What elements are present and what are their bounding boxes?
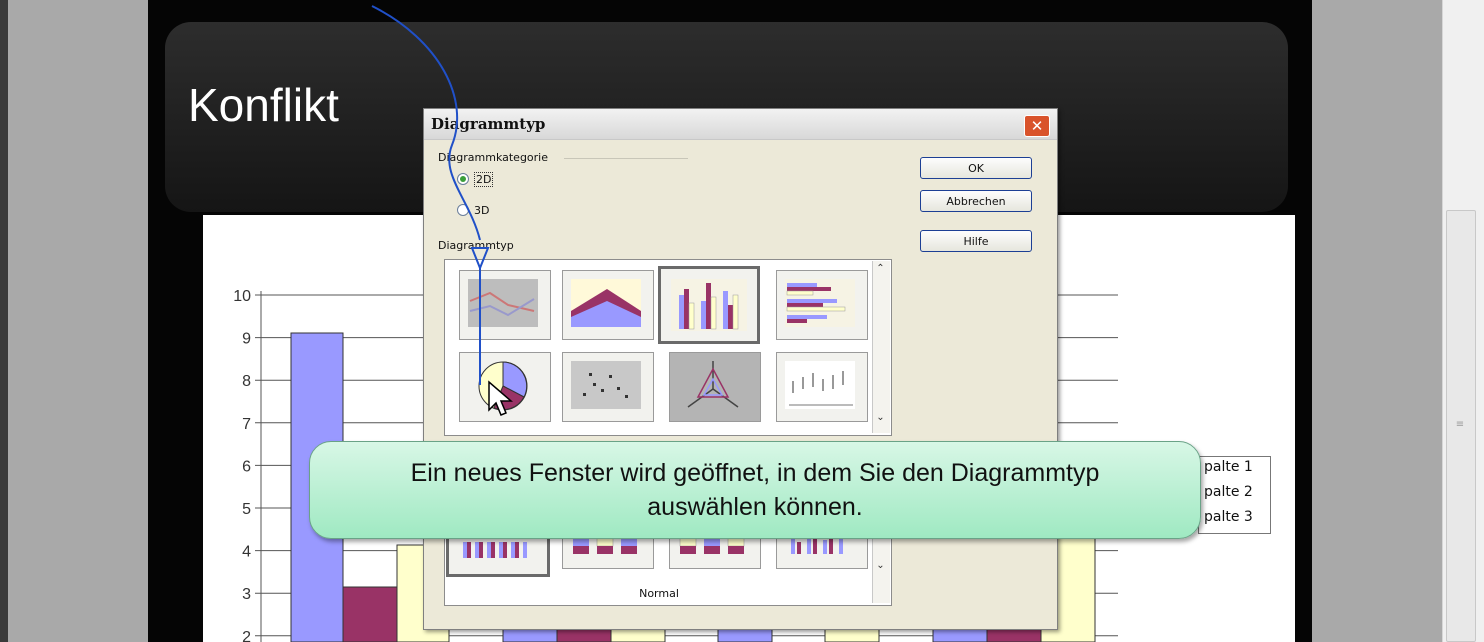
- mouse-pointer-icon: [488, 380, 513, 416]
- annotation-arrow: [371, 5, 490, 385]
